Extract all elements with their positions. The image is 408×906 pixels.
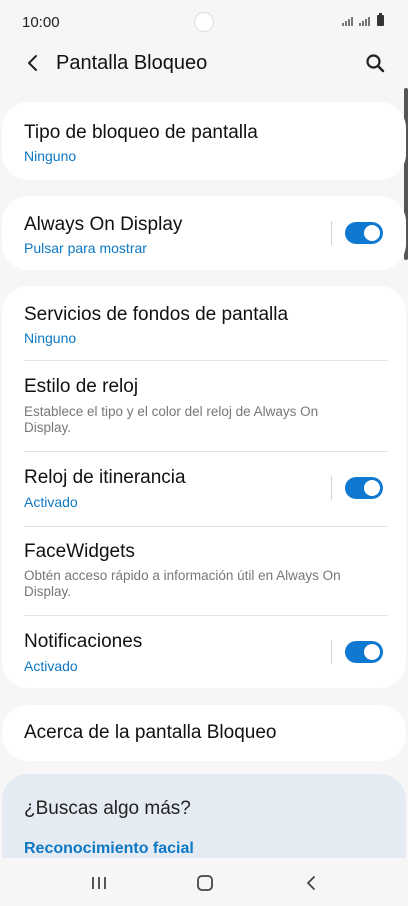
facewidgets-description: Obtén acceso rápido a información útil e… xyxy=(24,568,341,599)
facewidgets-row[interactable]: FaceWidgets Obtén acceso rápido a inform… xyxy=(2,527,406,615)
notifications-toggle[interactable] xyxy=(345,641,383,663)
nav-back-icon[interactable] xyxy=(302,874,320,892)
signal-icon-2 xyxy=(359,17,370,26)
roaming-clock-title: Reloj de itinerancia xyxy=(24,467,186,488)
status-bar: 10:00 xyxy=(0,0,408,44)
always-on-title: Always On Display xyxy=(24,214,183,235)
notifications-row[interactable]: Notificaciones Activado xyxy=(2,616,406,688)
recent-apps-icon[interactable] xyxy=(90,874,108,892)
toggle-divider xyxy=(331,476,332,500)
always-on-card[interactable]: Always On Display Pulsar para mostrar xyxy=(2,196,406,270)
battery-icon xyxy=(377,13,384,26)
chevron-left-icon[interactable] xyxy=(22,52,44,74)
clock-style-description: Establece el tipo y el color del reloj d… xyxy=(24,404,319,435)
about-card[interactable]: Acerca de la pantalla Bloqueo xyxy=(2,705,406,761)
search-icon[interactable] xyxy=(364,52,386,74)
roaming-clock-row[interactable]: Reloj de itinerancia Activado xyxy=(2,452,406,526)
clock-style-row[interactable]: Estilo de reloj Establece el tipo y el c… xyxy=(2,361,406,451)
toggle-knob xyxy=(364,225,380,241)
face-recognition-link[interactable]: Reconocimiento facial xyxy=(24,840,194,858)
lock-type-card[interactable]: Tipo de bloqueo de pantalla Ninguno xyxy=(2,102,406,180)
facewidgets-title: FaceWidgets xyxy=(24,541,135,562)
wallpaper-services-value: Ninguno xyxy=(24,330,77,346)
home-icon[interactable] xyxy=(195,874,215,892)
toggle-knob xyxy=(364,644,380,660)
toggle-divider xyxy=(331,640,332,664)
always-on-toggle[interactable] xyxy=(345,222,383,244)
camera-cutout xyxy=(194,12,214,32)
wallpaper-services-row[interactable]: Servicios de fondos de pantalla Ninguno xyxy=(2,286,406,360)
roaming-clock-toggle[interactable] xyxy=(345,477,383,499)
notifications-subtitle: Activado xyxy=(24,658,78,674)
notifications-title: Notificaciones xyxy=(24,631,143,652)
toggle-knob xyxy=(364,480,380,496)
toggle-divider xyxy=(331,221,332,245)
lock-type-value: Ninguno xyxy=(24,148,77,164)
app-bar: Pantalla Bloqueo xyxy=(0,44,408,84)
signal-icon xyxy=(342,17,353,26)
roaming-clock-subtitle: Activado xyxy=(24,494,78,510)
about-title: Acerca de la pantalla Bloqueo xyxy=(24,722,277,743)
status-icons xyxy=(342,13,384,26)
status-time: 10:00 xyxy=(22,14,60,31)
always-on-subtitle: Pulsar para mostrar xyxy=(24,240,147,256)
clock-style-title: Estilo de reloj xyxy=(24,376,139,397)
navigation-bar xyxy=(0,858,408,906)
settings-card: Servicios de fondos de pantalla Ninguno … xyxy=(2,286,406,688)
lock-type-title: Tipo de bloqueo de pantalla xyxy=(24,122,258,143)
wallpaper-services-title: Servicios de fondos de pantalla xyxy=(24,304,289,325)
page-title: Pantalla Bloqueo xyxy=(56,52,208,74)
suggestions-title: ¿Buscas algo más? xyxy=(24,798,191,819)
